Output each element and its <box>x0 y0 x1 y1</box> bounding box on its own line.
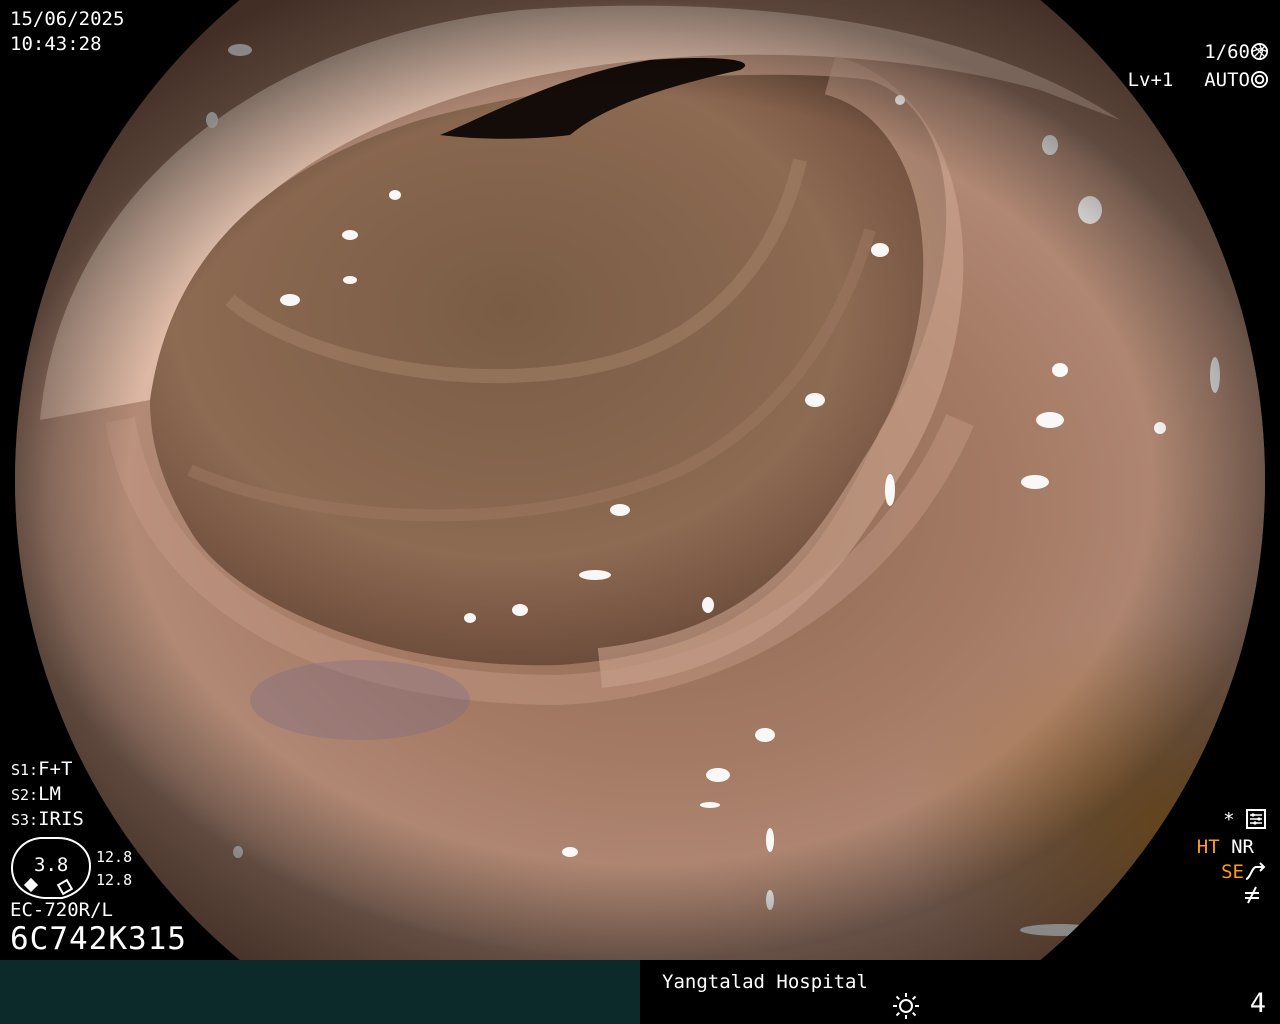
not-equal-icon <box>1242 885 1262 912</box>
nr-flag: NR <box>1231 836 1254 858</box>
footer-right-panel: Yangtalad Hospital 4 <box>640 960 1280 1024</box>
mode-value: AUTO <box>1204 69 1250 91</box>
ht-nr-readout: HT NR <box>1197 835 1254 860</box>
setting-s2-label: S2: <box>11 786 39 804</box>
setting-s3-value: IRIS <box>38 808 84 830</box>
setting-s1-value: F+T <box>38 758 73 780</box>
gauge-lower-value: 12.8 <box>96 871 133 889</box>
setting-s3: S3:IRIS <box>11 807 84 832</box>
iris-icon <box>1250 70 1269 96</box>
setting-s3-label: S3: <box>11 811 39 829</box>
sun-icon <box>892 992 920 1024</box>
gauge-center-value: 3.8 <box>34 854 69 876</box>
setting-s1: S1:F+T <box>11 757 72 782</box>
star-flag: * <box>1223 809 1235 831</box>
settings-sliders-icon <box>1246 809 1266 836</box>
scope-serial: 6C742K315 <box>10 921 187 957</box>
image-number: 4 <box>1249 988 1266 1019</box>
level-value: Lv+1 <box>1127 69 1174 91</box>
scope-model: EC-720R/L <box>10 899 113 921</box>
flags-readout: * <box>1223 808 1266 836</box>
shutter-readout: 1/60 <box>1204 40 1269 68</box>
gauge-upper-value: 12.8 <box>96 848 133 866</box>
endoscope-image <box>15 0 1265 960</box>
setting-s1-label: S1: <box>11 761 39 779</box>
shutter-value: 1/60 <box>1204 41 1250 63</box>
ht-flag: HT <box>1196 836 1220 858</box>
aperture-icon <box>1250 42 1269 68</box>
time-readout: 10:43:28 <box>10 33 102 55</box>
footer-left-panel <box>0 960 640 1024</box>
setting-s2: S2:LM <box>11 782 61 807</box>
se-flag: SE <box>1221 861 1244 883</box>
exposure-mode-readout: Lv+1 AUTO <box>1128 68 1269 96</box>
date-readout: 15/06/2025 <box>10 8 125 30</box>
setting-s2-value: LM <box>38 783 61 805</box>
off-readout <box>1242 884 1262 912</box>
endoscopy-screen: 15/06/2025 10:43:28 1/60 Lv+1 AUTO S1:F+… <box>0 0 1280 1024</box>
hospital-name: Yangtalad Hospital <box>662 971 868 993</box>
footer-bar: Yangtalad Hospital 4 <box>0 960 1280 1024</box>
